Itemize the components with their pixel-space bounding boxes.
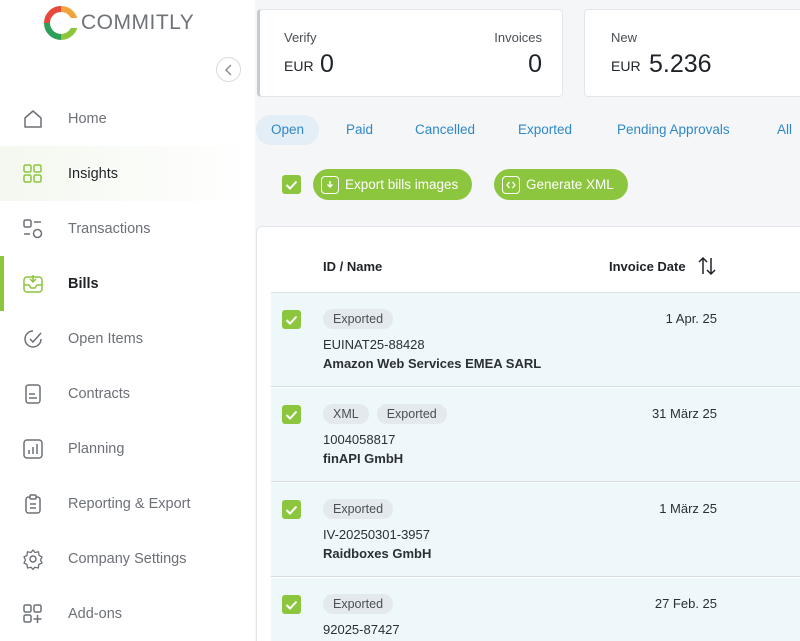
sidebar-item-reporting-export[interactable]: Reporting & Export xyxy=(0,476,255,531)
checkmark-icon xyxy=(285,505,298,515)
collapse-sidebar-button[interactable] xyxy=(216,57,241,82)
sidebar-item-label: Transactions xyxy=(68,220,151,237)
checkmark-icon xyxy=(285,410,298,420)
table-row[interactable]: Exported IV-20250301-3957 Raidboxes GmbH… xyxy=(271,483,800,577)
export-bills-images-button[interactable]: Export bills images xyxy=(313,169,473,200)
tab-all[interactable]: All xyxy=(762,115,800,145)
row-checkbox[interactable] xyxy=(282,405,301,424)
verify-summary-card[interactable]: Verify EUR 0 Invoices 0 xyxy=(257,9,563,97)
select-all-checkbox[interactable] xyxy=(282,175,301,194)
open-items-icon xyxy=(24,330,42,348)
row-badges: Exported xyxy=(323,594,401,614)
invoice-date: 27 Feb. 25 xyxy=(654,596,717,611)
bills-table: ID / Name Invoice Date Exported EUINAT25… xyxy=(256,226,800,641)
download-icon xyxy=(321,175,339,194)
sidebar-item-label: Home xyxy=(68,110,107,127)
generate-xml-label: Generate XML xyxy=(526,177,614,192)
verify-label: Verify xyxy=(284,30,317,45)
row-badges: Exported xyxy=(323,309,401,329)
chevron-left-icon xyxy=(224,63,232,76)
status-badge: Exported xyxy=(376,404,447,424)
commitly-logo-icon xyxy=(44,6,78,40)
table-row[interactable]: Exported EUINAT25-88428 Amazon Web Servi… xyxy=(271,293,800,387)
sidebar-item-bills[interactable]: Bills xyxy=(0,256,255,311)
vendor-name: Amazon Web Services EMEA SARL xyxy=(323,356,542,371)
new-summary-card[interactable]: New EUR 5.236 xyxy=(584,9,800,97)
invoice-id: 92025-87427 xyxy=(323,622,400,637)
xml-badge: XML xyxy=(323,404,369,424)
export-bills-images-label: Export bills images xyxy=(345,177,459,192)
row-checkbox[interactable] xyxy=(282,595,301,614)
chart-icon xyxy=(23,439,43,459)
grid-icon xyxy=(23,164,42,183)
sidebar-item-label: Add-ons xyxy=(68,605,123,622)
sidebar-item-contracts[interactable]: Contracts xyxy=(0,366,255,421)
row-badges: XML Exported xyxy=(323,404,455,424)
sidebar-item-open-items[interactable]: Open Items xyxy=(0,311,255,366)
sidebar-item-label: Reporting & Export xyxy=(68,495,191,512)
invoice-id: EUINAT25-88428 xyxy=(323,337,425,352)
new-label: New xyxy=(611,30,638,45)
sidebar-item-add-ons[interactable]: Add-ons xyxy=(0,586,255,641)
home-icon xyxy=(24,110,42,128)
tab-pending-approvals[interactable]: Pending Approvals xyxy=(602,115,745,145)
invoice-date: 1 März 25 xyxy=(659,501,717,516)
checkmark-icon xyxy=(285,180,298,190)
table-row[interactable]: Exported 92025-87427 27 Feb. 25 xyxy=(271,578,800,641)
sidebar-item-company-settings[interactable]: Company Settings xyxy=(0,531,255,586)
sidebar-nav: Home Insights Transactions Bills Open It… xyxy=(0,91,255,641)
app-name: COMMITLY xyxy=(81,11,195,34)
checkmark-icon xyxy=(285,600,298,610)
table-row[interactable]: XML Exported 1004058817 finAPI GmbH 31 M… xyxy=(271,388,800,482)
sidebar-item-planning[interactable]: Planning xyxy=(0,421,255,476)
sidebar-item-label: Company Settings xyxy=(68,550,187,567)
sidebar-item-transactions[interactable]: Transactions xyxy=(0,201,255,256)
tab-open[interactable]: Open xyxy=(256,115,320,145)
tab-paid[interactable]: Paid xyxy=(331,115,388,145)
transactions-icon xyxy=(23,219,43,239)
sidebar-item-label: Open Items xyxy=(68,330,143,347)
sidebar-item-label: Bills xyxy=(68,275,99,292)
new-amount: 5.236 xyxy=(649,50,712,78)
column-header-invoice-date[interactable]: Invoice Date xyxy=(609,259,686,274)
checkmark-icon xyxy=(285,315,298,325)
inbox-icon xyxy=(23,275,43,293)
invoices-count: 0 xyxy=(528,50,542,78)
invoice-date: 31 März 25 xyxy=(651,406,717,421)
code-icon xyxy=(502,175,520,194)
sidebar-item-label: Contracts xyxy=(68,385,131,402)
tab-exported[interactable]: Exported xyxy=(503,115,587,145)
bill-status-tabs: Open Paid Cancelled Exported Pending App… xyxy=(256,115,800,145)
vendor-name: finAPI GmbH xyxy=(323,451,404,466)
verify-amount: 0 xyxy=(320,50,334,78)
row-checkbox[interactable] xyxy=(282,500,301,519)
sidebar-item-insights[interactable]: Insights xyxy=(0,146,255,201)
column-header-id-name[interactable]: ID / Name xyxy=(323,259,382,274)
new-currency: EUR xyxy=(611,58,641,74)
sidebar-item-label: Planning xyxy=(68,440,125,457)
invoice-id: IV-20250301-3957 xyxy=(323,527,430,542)
invoice-id: 1004058817 xyxy=(323,432,396,447)
verify-currency: EUR xyxy=(284,58,314,74)
status-badge: Exported xyxy=(323,594,394,614)
row-checkbox[interactable] xyxy=(282,310,301,329)
status-badge: Exported xyxy=(323,309,394,329)
sidebar: COMMITLY Home Insights Transactions Bill… xyxy=(0,0,255,641)
sidebar-item-home[interactable]: Home xyxy=(0,91,255,146)
invoice-date: 1 Apr. 25 xyxy=(665,311,717,326)
logo[interactable]: COMMITLY xyxy=(44,6,194,40)
tab-cancelled[interactable]: Cancelled xyxy=(400,115,490,145)
generate-xml-button[interactable]: Generate XML xyxy=(494,169,628,200)
gear-icon xyxy=(23,549,43,570)
vendor-name: Raidboxes GmbH xyxy=(323,546,432,561)
sidebar-item-label: Insights xyxy=(68,165,118,182)
add-ons-icon xyxy=(23,604,42,623)
sort-icon[interactable] xyxy=(697,255,717,277)
row-badges: Exported xyxy=(323,499,401,519)
status-badge: Exported xyxy=(323,499,394,519)
document-icon xyxy=(25,384,41,404)
clipboard-icon xyxy=(25,494,41,514)
invoices-label: Invoices xyxy=(494,30,542,45)
